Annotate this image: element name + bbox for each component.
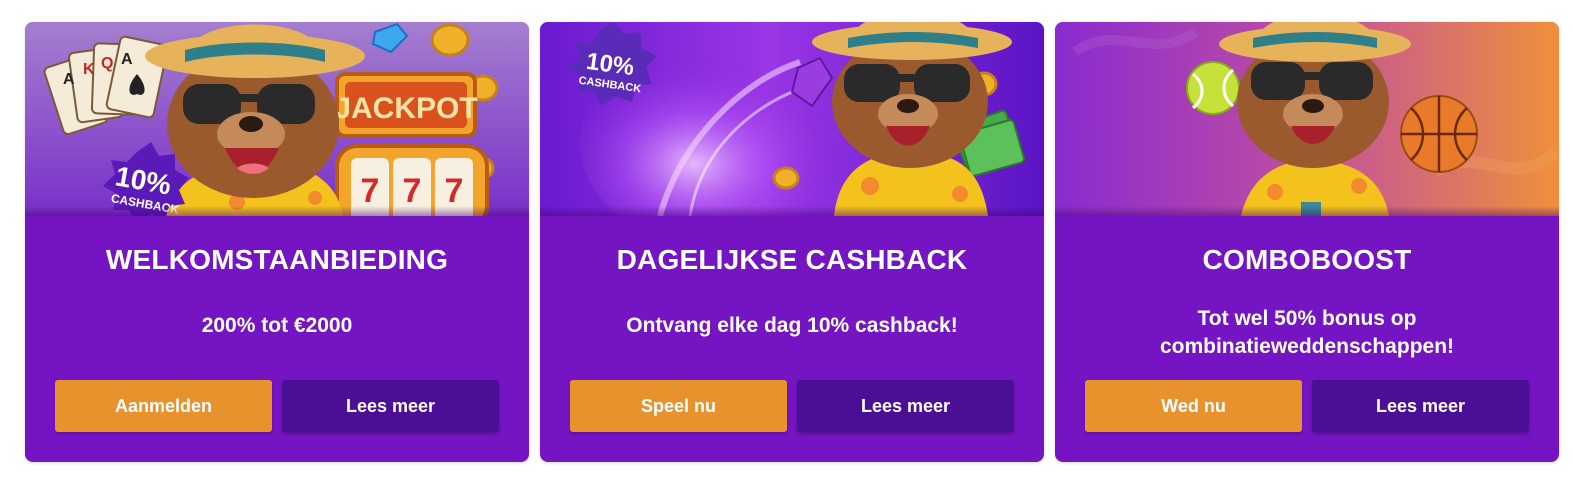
promo-title: DAGELIJKSE CASHBACK xyxy=(616,244,968,275)
promo-row: A K Q A JACKPOT 7 7 7 10% CASHBACK WELKO… xyxy=(25,22,1559,462)
play-now-button[interactable]: Speel nu xyxy=(570,380,787,432)
card-rank: A xyxy=(121,51,133,68)
read-more-button[interactable]: Lees meer xyxy=(1312,380,1529,432)
promo-description: 200% tot €2000 xyxy=(201,314,353,337)
promo-description: Ontvang elke dag 10% cashback! xyxy=(626,314,958,337)
signup-button[interactable]: Aanmelden xyxy=(55,380,272,432)
promo-banner-welcome: A K Q A JACKPOT 7 7 7 10% CASHBACK xyxy=(25,22,529,216)
promo-card-cashback: 10% CASHBACK DAGELIJKSE CASHBACK Ontvang… xyxy=(540,22,1044,462)
slot-machine-icon: 7 7 7 xyxy=(335,144,489,216)
promo-banner-cashback: 10% CASHBACK xyxy=(540,22,1044,216)
reel-symbol: 7 xyxy=(403,172,422,210)
promo-description: Tot wel 50% bonus op combinatieweddensch… xyxy=(1159,307,1455,358)
jackpot-sign: JACKPOT xyxy=(334,72,478,138)
reel-symbol: 7 xyxy=(361,172,380,210)
promo-banner-comboboost xyxy=(1055,22,1559,216)
reel-symbol: 7 xyxy=(445,172,464,210)
promo-card-welcome: A K Q A JACKPOT 7 7 7 10% CASHBACK WELKO… xyxy=(25,22,529,462)
card-rank: A xyxy=(63,71,75,88)
jackpot-text: JACKPOT xyxy=(334,92,477,125)
read-more-button[interactable]: Lees meer xyxy=(797,380,1014,432)
card-rank: Q xyxy=(101,55,113,72)
promo-title: WELKOMSTAANBIEDING xyxy=(105,244,449,275)
tennis-ball-icon xyxy=(1186,61,1240,115)
read-more-button[interactable]: Lees meer xyxy=(282,380,499,432)
basketball-icon xyxy=(1400,95,1478,173)
card-rank: K xyxy=(83,61,95,78)
bet-now-button[interactable]: Wed nu xyxy=(1085,380,1302,432)
promo-title: COMBOBOOST xyxy=(1202,244,1412,275)
promo-card-comboboost: COMBOBOOST Tot wel 50% bonus op combinat… xyxy=(1055,22,1559,462)
